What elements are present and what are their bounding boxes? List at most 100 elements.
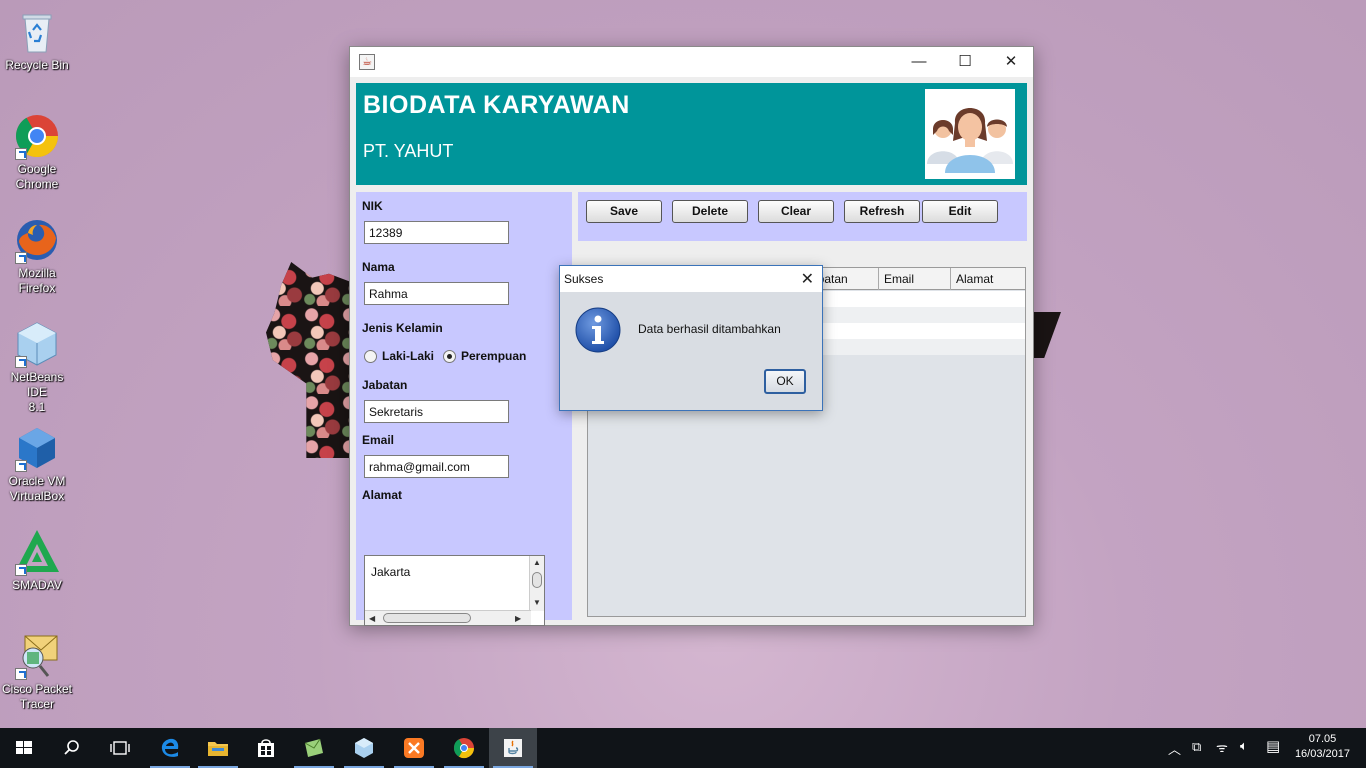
- close-button[interactable]: ✕: [988, 47, 1034, 77]
- action-center-icon[interactable]: ▤: [1266, 737, 1280, 755]
- header-subtitle: PT. YAHUT: [363, 141, 454, 161]
- alamat-label: Alamat: [362, 488, 403, 502]
- virtualbox-icon: [13, 424, 61, 472]
- dialog-message: Data berhasil ditambahkan: [638, 322, 781, 336]
- store-icon: [258, 739, 274, 757]
- taskbar-netbeans[interactable]: [340, 728, 388, 768]
- desktop-icon-label: Cisco Packet Tracer: [1, 682, 73, 711]
- desktop-icon-recycle-bin[interactable]: Recycle Bin: [0, 8, 74, 73]
- taskbar-clock[interactable]: 07.05 16/03/2017: [1295, 732, 1350, 762]
- email-field[interactable]: rahma@gmail.com: [364, 455, 509, 478]
- network-adapter-icon[interactable]: ⧉: [1192, 739, 1201, 755]
- taskbar-xampp[interactable]: [390, 728, 438, 768]
- dialog-close-button[interactable]: ✕: [801, 269, 814, 289]
- delete-button[interactable]: Delete: [672, 200, 748, 223]
- volume-icon[interactable]: 🔈︎: [1240, 738, 1248, 754]
- save-button[interactable]: Save: [586, 200, 662, 223]
- wallpaper-floral-left: [266, 262, 350, 458]
- desktop-icon-label: Recycle Bin: [5, 58, 69, 72]
- clock-date: 16/03/2017: [1294, 748, 1350, 760]
- button-toolbar: Save Delete Clear Refresh Edit: [578, 192, 1027, 241]
- desktop-icon-google-chrome[interactable]: Google Chrome: [0, 112, 74, 192]
- taskbar-store[interactable]: [242, 728, 290, 768]
- radio-label: Laki-Laki: [382, 349, 435, 363]
- scroll-up-icon[interactable]: ▲: [533, 558, 541, 567]
- search-button[interactable]: [48, 728, 96, 768]
- desktop-icon-mozilla-firefox[interactable]: Mozilla Firefox: [0, 216, 74, 296]
- header-banner: BIODATA KARYAWAN PT. YAHUT: [356, 83, 1027, 185]
- jabatan-field[interactable]: Sekretaris: [364, 400, 509, 423]
- column-header-email[interactable]: Email: [878, 268, 950, 290]
- packet-tracer-icon: [304, 738, 323, 757]
- maximize-button[interactable]: ☐: [942, 47, 988, 77]
- taskbar: ︿ ⧉ ᯤ 🔈︎ ▤ 07.05 16/03/2017: [0, 728, 1366, 768]
- info-icon: [575, 307, 621, 353]
- clock-time: 07.05: [1308, 733, 1337, 745]
- radio-label: Perempuan: [461, 349, 527, 363]
- taskbar-file-explorer[interactable]: [194, 728, 242, 768]
- desktop-icon-netbeans[interactable]: NetBeans IDE 8.1: [0, 320, 74, 415]
- netbeans-icon: [355, 738, 373, 758]
- netbeans-icon: [13, 320, 61, 368]
- nik-field[interactable]: 12389: [364, 221, 509, 244]
- jabatan-label: Jabatan: [362, 378, 408, 392]
- dialog-titlebar[interactable]: Sukses ✕: [560, 266, 822, 292]
- desktop-icon-smadav[interactable]: SMADAV: [0, 528, 74, 593]
- taskbar-edge[interactable]: [146, 728, 194, 768]
- desktop-icon-label: NetBeans IDE 8.1: [10, 370, 64, 414]
- header-title: BIODATA KARYAWAN: [363, 91, 630, 119]
- firefox-icon: [13, 216, 61, 264]
- search-icon: [64, 740, 79, 755]
- desktop-icon-label: Oracle VM VirtualBox: [8, 474, 66, 503]
- wallpaper-floral-right: [1033, 312, 1061, 358]
- folder-icon: [208, 742, 228, 756]
- ok-button[interactable]: OK: [764, 369, 806, 394]
- windows-icon: [16, 741, 32, 754]
- success-dialog: Sukses ✕ Data berhasil ditambahkan OK: [559, 265, 823, 411]
- employees-avatar-icon: [925, 89, 1015, 179]
- task-view-button[interactable]: [96, 728, 144, 768]
- scroll-left-icon[interactable]: ◀: [369, 614, 375, 623]
- nama-field[interactable]: Rahma: [364, 282, 509, 305]
- clear-button[interactable]: Clear: [758, 200, 834, 223]
- desktop-icon-label: SMADAV: [12, 578, 62, 592]
- taskbar-java-app[interactable]: [489, 728, 537, 768]
- dialog-title: Sukses: [564, 272, 604, 286]
- nik-label: NIK: [362, 199, 383, 213]
- edit-button[interactable]: Edit: [922, 200, 998, 223]
- radio-checked-icon: [443, 350, 456, 363]
- chrome-icon: [453, 738, 475, 759]
- system-tray: ︿ ⧉ ᯤ 🔈︎ ▤: [1162, 728, 1282, 768]
- scroll-thumb[interactable]: [532, 572, 542, 588]
- wifi-icon[interactable]: ᯤ: [1216, 738, 1228, 756]
- desktop-icon-virtualbox[interactable]: Oracle VM VirtualBox: [0, 424, 74, 504]
- chevron-up-icon[interactable]: ︿: [1168, 739, 1181, 758]
- smadav-icon: [13, 528, 61, 576]
- horizontal-scrollbar[interactable]: ◀ ▶: [365, 610, 531, 625]
- minimize-button[interactable]: —: [896, 47, 942, 77]
- radio-laki-laki[interactable]: Laki-Laki: [364, 349, 434, 363]
- taskbar-chrome[interactable]: [440, 728, 488, 768]
- edge-icon: [161, 738, 179, 757]
- start-button[interactable]: [0, 728, 48, 768]
- taskbar-packet-tracer[interactable]: [290, 728, 338, 768]
- java-icon: ☕: [359, 54, 375, 70]
- desktop-icon-label: Mozilla Firefox: [18, 266, 56, 295]
- chrome-icon: [13, 112, 61, 160]
- form-panel: NIK 12389 Nama Rahma Jenis Kelamin Laki-…: [356, 192, 572, 626]
- window-titlebar[interactable]: ☕ — ☐ ✕: [350, 47, 1033, 77]
- recycle-bin-icon: [13, 8, 61, 56]
- scroll-down-icon[interactable]: ▼: [533, 598, 541, 607]
- radio-perempuan[interactable]: Perempuan: [443, 349, 526, 363]
- email-label: Email: [362, 433, 395, 447]
- jenis-kelamin-label: Jenis Kelamin: [362, 321, 443, 335]
- desktop-icon-cisco-packet-tracer[interactable]: Cisco Packet Tracer: [0, 632, 74, 712]
- nama-label: Nama: [362, 260, 395, 274]
- column-header-alamat[interactable]: Alamat: [950, 268, 1025, 290]
- scroll-thumb[interactable]: [383, 613, 471, 623]
- alamat-textarea[interactable]: Jakarta ▲ ▼ ◀ ▶: [364, 555, 545, 626]
- vertical-scrollbar[interactable]: ▲ ▼: [529, 556, 544, 611]
- refresh-button[interactable]: Refresh: [844, 200, 920, 223]
- xampp-icon: [404, 738, 424, 758]
- scroll-right-icon[interactable]: ▶: [515, 614, 521, 623]
